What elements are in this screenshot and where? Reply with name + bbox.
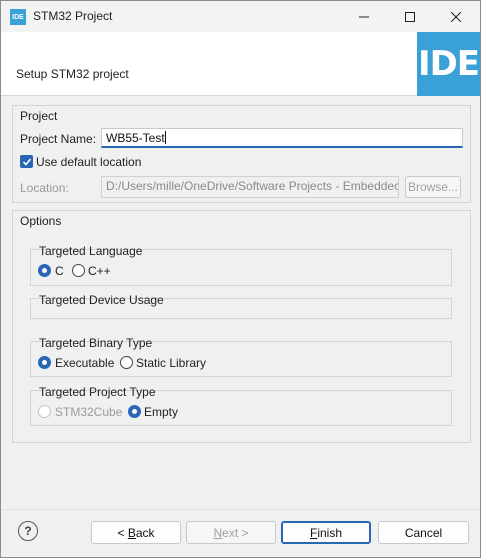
finish-mnemonic: F <box>309 525 318 540</box>
minimize-button[interactable] <box>341 1 387 32</box>
binary-executable-radio[interactable] <box>38 356 51 369</box>
language-c-radio[interactable] <box>38 264 51 277</box>
back-button[interactable]: < Back <box>91 521 181 544</box>
location-input: D:/Users/mille/OneDrive/Software Project… <box>101 176 399 198</box>
binary-type-title: Targeted Binary Type <box>39 336 153 350</box>
ide-logo: IDE <box>417 32 480 96</box>
project-name-input[interactable]: WB55-Test <box>101 128 463 148</box>
minimize-icon <box>359 16 369 17</box>
project-type-empty-label[interactable]: Empty <box>144 405 178 419</box>
text-cursor <box>164 131 166 144</box>
location-label: Location: <box>20 181 69 195</box>
project-type-title: Targeted Project Type <box>39 385 156 399</box>
project-name-value: WB55-Test <box>106 131 165 145</box>
close-icon <box>451 11 461 22</box>
app-icon: IDE <box>10 9 26 25</box>
binary-executable-label[interactable]: Executable <box>55 356 114 370</box>
back-prefix: < <box>117 525 128 540</box>
next-button: Next > <box>186 521 276 544</box>
title-bar[interactable]: IDE STM32 Project <box>1 1 480 32</box>
use-default-location-label[interactable]: Use default location <box>36 155 141 169</box>
next-rest: ext > <box>222 525 249 540</box>
language-c-label[interactable]: C <box>55 264 64 278</box>
use-default-location-checkbox[interactable] <box>20 155 33 168</box>
maximize-icon <box>405 11 415 22</box>
project-type-stm32cube-label: STM32Cube <box>55 405 123 419</box>
options-group-title: Options <box>20 214 62 228</box>
close-button[interactable] <box>433 1 479 32</box>
finish-button[interactable]: Finish <box>281 521 371 544</box>
back-rest: ack <box>135 525 155 540</box>
help-icon[interactable]: ? <box>18 521 38 541</box>
checkmark-icon <box>22 157 31 166</box>
window-title: STM32 Project <box>33 9 113 23</box>
finish-rest: inish <box>317 525 343 540</box>
wizard-subtitle: Setup STM32 project <box>16 67 129 81</box>
binary-static-library-label[interactable]: Static Library <box>136 356 206 370</box>
maximize-button[interactable] <box>387 1 433 32</box>
next-mnemonic: N <box>213 525 223 540</box>
browse-button: Browse... <box>405 176 461 198</box>
wizard-header: Setup STM32 project IDE <box>1 32 480 96</box>
project-type-empty-radio[interactable] <box>128 405 141 418</box>
back-mnemonic: B <box>127 525 136 540</box>
footer-separator <box>1 509 480 510</box>
project-group-title: Project <box>20 109 58 123</box>
project-type-stm32cube-radio <box>38 405 51 418</box>
dialog-window: IDE STM32 Project Setup STM32 project ID… <box>0 0 481 558</box>
device-usage-title: Targeted Device Usage <box>39 293 164 307</box>
binary-static-library-radio[interactable] <box>120 356 133 369</box>
project-name-label: Project Name: <box>20 132 97 146</box>
cancel-button[interactable]: Cancel <box>378 521 469 544</box>
targeted-language-title: Targeted Language <box>39 244 143 258</box>
language-cpp-radio[interactable] <box>72 264 85 277</box>
language-cpp-label[interactable]: C++ <box>88 264 111 278</box>
